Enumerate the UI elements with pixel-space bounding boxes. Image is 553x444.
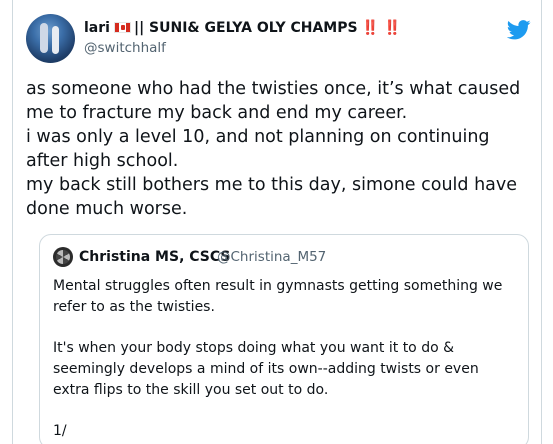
quoted-paragraph: 1/ [53,423,67,439]
quoted-author-name[interactable]: Christina MS, CSCS [79,248,231,266]
author-name-main: || SUNI& GELYA OLY CHAMPS [133,20,358,36]
tweet-text: as someone who had the twisties once, it… [26,79,521,219]
author-name-suffix: ‼️ ‼️ [361,20,402,36]
canada-flag-icon [113,22,131,33]
author-name-prefix: lari [84,20,110,36]
author-names: lari || SUNI& GELYA OLY CHAMPS ‼️ ‼️ @swit… [84,20,401,57]
twitter-bird-icon[interactable] [507,20,531,40]
quoted-paragraph: It's when your body stops doing what you… [53,340,479,398]
tweet-card[interactable]: lari || SUNI& GELYA OLY CHAMPS ‼️ ‼️ @swit… [12,0,542,444]
quoted-author-avatar[interactable] [53,247,73,267]
author-handle[interactable]: @switchhalf [84,39,401,57]
quoted-paragraph: Mental struggles often result in gymnast… [53,278,503,315]
tweet-header: lari || SUNI& GELYA OLY CHAMPS ‼️ ‼️ @swit… [26,14,531,64]
quoted-tweet[interactable]: Christina MS, CSCS @Christina_M57 Mental… [39,234,529,444]
author-avatar[interactable] [26,14,75,63]
author-display-name[interactable]: lari || SUNI& GELYA OLY CHAMPS ‼️ ‼️ [84,20,401,37]
avatar-figure [52,26,59,54]
quoted-author-handle[interactable]: @Christina_M57 [217,248,326,266]
quoted-tweet-text: Mental struggles often result in gymnast… [53,276,518,442]
avatar-figure [40,23,48,53]
